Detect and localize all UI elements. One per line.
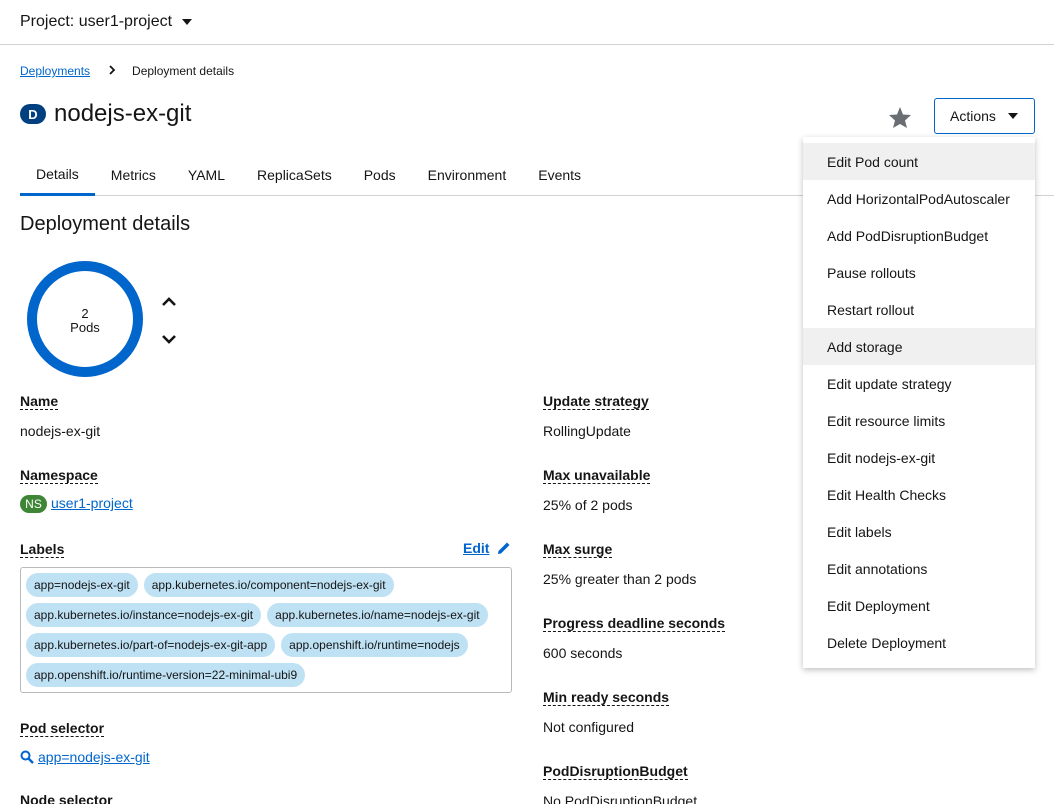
resource-badge: D (20, 104, 46, 124)
page-header: D nodejs-ex-git (20, 100, 191, 128)
actions-menu: Edit Pod count Add HorizontalPodAutoscal… (803, 137, 1035, 668)
pdb-value: No PodDisruptionBudget (543, 793, 698, 804)
labels-list: app=nodejs-ex-git app.kubernetes.io/comp… (20, 567, 512, 693)
progress-deadline-label[interactable]: Progress deadline seconds (543, 615, 726, 632)
pod-count-unit: Pods (70, 320, 100, 335)
menu-item-edit-health-checks[interactable]: Edit Health Checks (803, 476, 1035, 513)
labels-label[interactable]: Labels (20, 541, 65, 558)
actions-label: Actions (950, 108, 996, 124)
actions-button[interactable]: Actions (934, 98, 1035, 134)
tab-events[interactable]: Events (522, 155, 597, 195)
max-unavailable-label[interactable]: Max unavailable (543, 467, 651, 484)
label-chip[interactable]: app.kubernetes.io/name=nodejs-ex-git (267, 603, 488, 627)
section-title: Deployment details (20, 213, 191, 235)
namespace-link[interactable]: user1-project (51, 495, 133, 511)
name-field: Name nodejs-ex-git (20, 393, 100, 439)
project-selector[interactable]: Project: user1-project (20, 13, 193, 31)
menu-item-edit-resource-limits[interactable]: Edit resource limits (803, 402, 1035, 439)
name-value: nodejs-ex-git (20, 423, 101, 439)
chevron-down-icon (162, 335, 176, 344)
pod-selector-field: Pod selector app=nodejs-ex-git (20, 720, 150, 765)
namespace-field: Namespace NS user1-project (20, 467, 133, 514)
edit-labels-text: Edit (463, 540, 490, 556)
pod-count: 2 Pods (26, 307, 144, 335)
project-selector-label: Project: user1-project (20, 13, 173, 30)
menu-item-edit-update-strategy[interactable]: Edit update strategy (803, 365, 1035, 402)
pod-count-number: 2 (81, 306, 89, 321)
menu-item-delete-deployment[interactable]: Delete Deployment (803, 624, 1035, 661)
progress-deadline-value: 600 seconds (543, 645, 623, 661)
chevron-right-icon (108, 64, 116, 78)
label-chip[interactable]: app.openshift.io/runtime-version=22-mini… (26, 663, 306, 687)
pod-selector-label[interactable]: Pod selector (20, 720, 105, 737)
tab-pods[interactable]: Pods (348, 155, 412, 195)
min-ready-field: Min ready seconds Not configured (543, 689, 670, 735)
menu-item-add-storage[interactable]: Add storage (803, 328, 1035, 365)
tab-metrics[interactable]: Metrics (95, 155, 172, 195)
name-label[interactable]: Name (20, 393, 59, 410)
update-strategy-value: RollingUpdate (543, 423, 631, 439)
favorite-button[interactable] (887, 104, 913, 130)
tab-yaml[interactable]: YAML (172, 155, 241, 195)
update-strategy-field: Update strategy RollingUpdate (543, 393, 649, 439)
max-surge-value: 25% greater than 2 pods (543, 571, 697, 587)
pencil-icon (498, 542, 510, 554)
pdb-label[interactable]: PodDisruptionBudget (543, 763, 688, 780)
progress-deadline-field: Progress deadline seconds 600 seconds (543, 615, 726, 661)
increase-pods-button[interactable] (160, 293, 178, 311)
tab-replicasets[interactable]: ReplicaSets (241, 155, 348, 195)
page-title: nodejs-ex-git (54, 100, 192, 127)
max-unavailable-field: Max unavailable 25% of 2 pods (543, 467, 651, 513)
edit-labels-button[interactable]: Edit (463, 540, 511, 556)
decrease-pods-button[interactable] (160, 330, 178, 348)
caret-down-icon (1007, 113, 1018, 119)
pdb-field: PodDisruptionBudget No PodDisruptionBudg… (543, 763, 697, 804)
namespace-label[interactable]: Namespace (20, 467, 98, 484)
label-chip[interactable]: app.kubernetes.io/instance=nodejs-ex-git (26, 603, 262, 627)
menu-item-pause-rollouts[interactable]: Pause rollouts (803, 254, 1035, 291)
menu-item-edit-deployment[interactable]: Edit Deployment (803, 587, 1035, 624)
max-surge-field: Max surge 25% greater than 2 pods (543, 541, 696, 587)
min-ready-label[interactable]: Min ready seconds (543, 689, 670, 706)
label-chip[interactable]: app.kubernetes.io/component=nodejs-ex-gi… (143, 573, 394, 597)
project-bar: Project: user1-project (0, 0, 1054, 45)
menu-item-add-hpa[interactable]: Add HorizontalPodAutoscaler (803, 180, 1035, 217)
star-icon (889, 106, 911, 128)
menu-item-edit-deployment-name[interactable]: Edit nodejs-ex-git (803, 439, 1035, 476)
search-icon (20, 750, 34, 764)
chevron-up-icon (162, 297, 176, 306)
node-selector-label[interactable]: Node selector (20, 792, 113, 804)
breadcrumb-current: Deployment details (132, 64, 235, 78)
node-selector-field: Node selector (20, 792, 113, 804)
breadcrumb: Deployments Deployment details (20, 64, 234, 78)
menu-item-add-pdb[interactable]: Add PodDisruptionBudget (803, 217, 1035, 254)
breadcrumb-deployments-link[interactable]: Deployments (20, 64, 90, 78)
tab-environment[interactable]: Environment (412, 155, 523, 195)
pod-selector-value: app=nodejs-ex-git (20, 749, 150, 765)
label-chip[interactable]: app.openshift.io/runtime=nodejs (281, 633, 468, 657)
menu-item-restart-rollout[interactable]: Restart rollout (803, 291, 1035, 328)
labels-field: Labels (20, 541, 65, 558)
update-strategy-label[interactable]: Update strategy (543, 393, 649, 410)
namespace-badge: NS (20, 495, 47, 514)
max-unavailable-value: 25% of 2 pods (543, 497, 633, 513)
tab-details[interactable]: Details (20, 155, 95, 196)
caret-down-icon (182, 19, 193, 25)
min-ready-value: Not configured (543, 719, 635, 735)
max-surge-label[interactable]: Max surge (543, 541, 613, 558)
namespace-value: NS user1-project (20, 495, 133, 514)
menu-item-edit-annotations[interactable]: Edit annotations (803, 550, 1035, 587)
menu-item-edit-labels[interactable]: Edit labels (803, 513, 1035, 550)
label-chip[interactable]: app.kubernetes.io/part-of=nodejs-ex-git-… (26, 633, 276, 657)
label-chip[interactable]: app=nodejs-ex-git (26, 573, 138, 597)
pod-selector-link[interactable]: app=nodejs-ex-git (38, 749, 150, 765)
menu-item-edit-pod-count[interactable]: Edit Pod count (803, 143, 1035, 180)
